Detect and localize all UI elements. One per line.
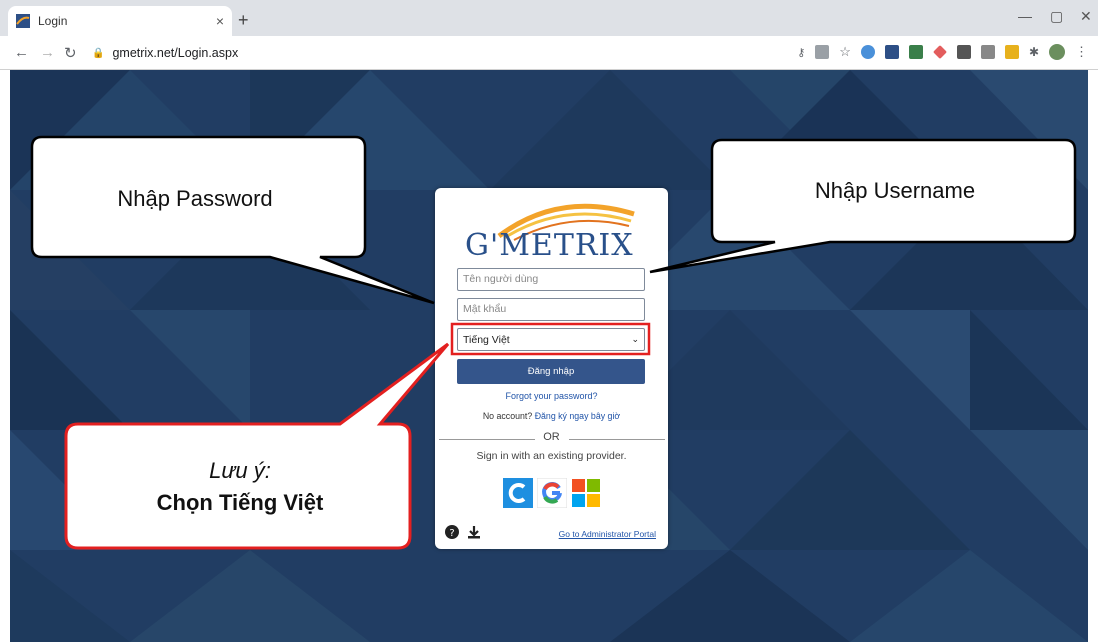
provider-text: Sign in with an existing provider. — [476, 450, 627, 462]
logo-text: G'METRIX — [465, 228, 634, 263]
password-input[interactable]: Mật khẩu — [457, 298, 645, 321]
google-provider-icon[interactable] — [537, 478, 567, 508]
note-callout-title: Lưu ý: — [209, 458, 271, 483]
password-callout-text: Nhập Password — [117, 186, 273, 211]
or-label: OR — [543, 431, 560, 443]
lock-icon: 🔒 — [92, 47, 105, 59]
address-bar: ← → ↻ 🔒 gmetrix.net/Login.aspx ⚷ ☆ ✱ ⋮ — [0, 36, 1098, 70]
url-text: gmetrix.net/Login.aspx — [112, 46, 239, 60]
certiport-provider-icon[interactable] — [503, 478, 533, 508]
extension-icon[interactable] — [860, 45, 875, 59]
language-select[interactable]: Tiếng Việt ⌄ — [457, 328, 645, 351]
card-footer-icons: ? — [445, 525, 481, 539]
close-window-button[interactable]: ✕ — [1080, 8, 1092, 25]
forgot-password-link[interactable]: Forgot your password? — [435, 391, 668, 401]
new-tab-button[interactable]: + — [238, 10, 249, 31]
back-arrow-icon[interactable]: ← — [14, 44, 29, 61]
gmetrix-favicon-icon — [16, 14, 30, 28]
camera-icon[interactable] — [980, 45, 995, 59]
chevron-down-icon: ⌄ — [631, 334, 639, 344]
menu-icon[interactable]: ⋮ — [1075, 44, 1088, 60]
login-button[interactable]: Đăng nhập — [457, 359, 645, 384]
download-icon[interactable] — [467, 525, 481, 539]
avatar[interactable] — [1049, 44, 1065, 60]
forward-arrow-icon[interactable]: → — [40, 44, 55, 61]
browser-tab-bar: Login × + — ▢ ✕ — [0, 0, 1098, 36]
extension-icon[interactable] — [908, 45, 923, 59]
tab-close-icon[interactable]: × — [216, 13, 224, 29]
extension-icon[interactable] — [1004, 45, 1019, 59]
microsoft-provider-icon[interactable] — [571, 478, 601, 508]
reload-icon[interactable]: ↻ — [64, 44, 77, 62]
puzzle-icon[interactable]: ✱ — [1029, 45, 1039, 59]
or-divider: OR — [435, 431, 668, 445]
star-icon[interactable]: ☆ — [839, 44, 851, 60]
svg-text:?: ? — [449, 528, 454, 539]
translate-icon[interactable] — [815, 45, 830, 59]
key-icon[interactable]: ⚷ — [797, 46, 805, 59]
extension-icon[interactable] — [884, 45, 899, 59]
admin-portal-link[interactable]: Go to Administrator Portal — [559, 529, 656, 539]
extension-icon[interactable] — [956, 45, 971, 59]
username-input[interactable]: Tên người dùng — [457, 268, 645, 291]
no-account-line: No account? Đăng ký ngay bây giờ — [435, 411, 668, 421]
login-card: G'METRIX Tên người dùng Mật khẩu Tiếng V… — [435, 188, 668, 549]
maximize-button[interactable]: ▢ — [1050, 8, 1063, 25]
url-field[interactable]: 🔒 gmetrix.net/Login.aspx — [92, 41, 792, 65]
username-callout-text: Nhập Username — [814, 178, 976, 203]
note-callout-text: Chọn Tiếng Việt — [156, 490, 324, 515]
browser-tab[interactable]: Login × — [8, 6, 232, 36]
tab-title: Login — [38, 14, 68, 28]
extension-icon[interactable] — [933, 45, 947, 59]
help-icon[interactable]: ? — [445, 525, 459, 539]
no-account-label: No account? — [482, 411, 533, 421]
language-select-value: Tiếng Việt — [463, 333, 510, 346]
register-link[interactable]: Đăng ký ngay bây giờ — [535, 411, 620, 421]
extension-toolbar: ⚷ ☆ ✱ ⋮ — [797, 44, 1088, 60]
minimize-button[interactable]: — — [1018, 8, 1032, 24]
